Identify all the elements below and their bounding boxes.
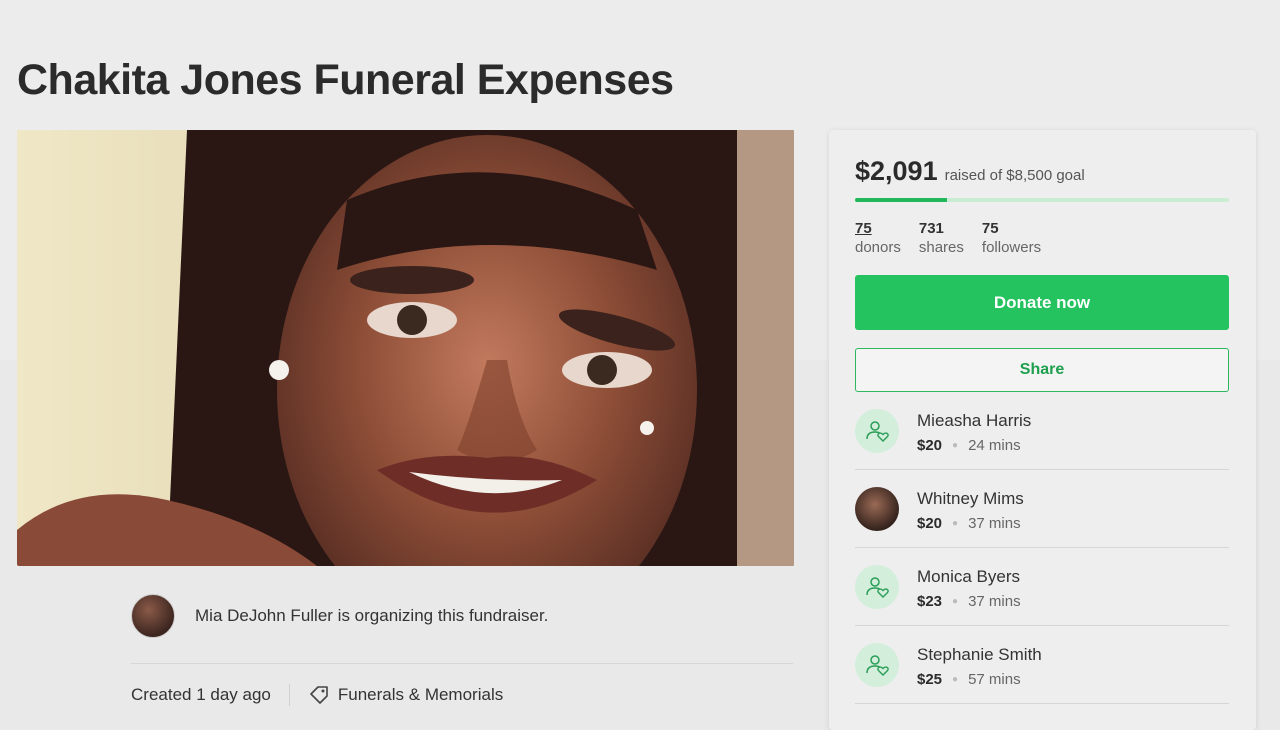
separator bbox=[288, 684, 290, 706]
goal-text: raised of $8,500 goal bbox=[944, 167, 1085, 184]
donor-detail: $20 ● 24 mins bbox=[917, 437, 1021, 454]
organizer-text: Mia DeJohn Fuller is organizing this fun… bbox=[195, 606, 549, 625]
donor-time: 24 mins bbox=[968, 437, 1021, 454]
stat-label: shares bbox=[918, 239, 964, 256]
dot-separator: ● bbox=[952, 518, 959, 529]
donor-amount: $20 bbox=[917, 515, 943, 532]
category-link[interactable]: Funerals & Memorials bbox=[338, 685, 503, 705]
heart-person-icon bbox=[855, 409, 899, 453]
donor-amount: $20 bbox=[917, 437, 943, 454]
donor-avatar bbox=[855, 487, 899, 531]
stat-followers: 75 followers bbox=[982, 220, 1041, 258]
stat-donors[interactable]: 75 donors bbox=[855, 220, 901, 258]
donor-name: Whitney Mims bbox=[917, 489, 1024, 508]
organizer-row: Mia DeJohn Fuller is organizing this fun… bbox=[131, 594, 548, 638]
donor-time: 57 mins bbox=[968, 671, 1021, 688]
dot-separator: ● bbox=[952, 596, 959, 607]
progress-fill bbox=[855, 198, 947, 202]
raised-amount: $2,091 bbox=[855, 156, 938, 186]
divider bbox=[131, 663, 793, 664]
donate-now-button[interactable]: Donate now bbox=[855, 275, 1229, 330]
share-button[interactable]: Share bbox=[855, 348, 1229, 392]
donor-name: Stephanie Smith bbox=[917, 645, 1042, 664]
stat-shares: 731 shares bbox=[919, 220, 964, 258]
donor-amount: $25 bbox=[917, 671, 943, 688]
dot-separator: ● bbox=[952, 440, 959, 451]
donor-detail: $20 ● 37 mins bbox=[917, 515, 1021, 532]
donor-time: 37 mins bbox=[968, 593, 1021, 610]
donor-time: 37 mins bbox=[968, 515, 1021, 532]
heart-person-icon bbox=[855, 565, 899, 609]
dot-separator: ● bbox=[952, 674, 959, 685]
donor-name: Mieasha Harris bbox=[917, 411, 1032, 430]
stat-label: donors bbox=[855, 239, 901, 256]
stat-value: 75 bbox=[981, 220, 999, 237]
tag-icon bbox=[308, 684, 330, 706]
organizer-avatar[interactable] bbox=[131, 594, 175, 638]
stats-row: 75 donors 731 shares 75 followers bbox=[855, 220, 1059, 258]
list-item: Monica Byers $23 ● 37 mins bbox=[855, 548, 1229, 626]
recent-donors-list: Mieasha Harris $20 ● 24 mins Whitney Mim… bbox=[855, 392, 1229, 704]
page-title: Chakita Jones Funeral Expenses bbox=[17, 56, 674, 104]
created-date: Created 1 day ago bbox=[131, 685, 271, 704]
donor-amount: $23 bbox=[917, 593, 943, 610]
list-item: Stephanie Smith $25 ● 57 mins bbox=[855, 626, 1229, 704]
campaign-meta: Created 1 day ago Funerals & Memorials bbox=[131, 684, 503, 706]
raised-summary: $2,091 raised of $8,500 goal bbox=[855, 156, 1085, 187]
donation-sidebar: $2,091 raised of $8,500 goal 75 donors 7… bbox=[829, 130, 1256, 730]
progress-bar bbox=[855, 198, 1229, 202]
donor-detail: $23 ● 37 mins bbox=[917, 593, 1021, 610]
list-item: Whitney Mims $20 ● 37 mins bbox=[855, 470, 1229, 548]
heart-person-icon bbox=[855, 643, 899, 687]
stat-label: followers bbox=[981, 239, 1042, 256]
list-item: Mieasha Harris $20 ● 24 mins bbox=[855, 392, 1229, 470]
donor-name: Monica Byers bbox=[917, 567, 1020, 586]
donor-detail: $25 ● 57 mins bbox=[917, 671, 1021, 688]
stat-value: 75 bbox=[855, 220, 872, 237]
campaign-photo[interactable] bbox=[17, 130, 794, 566]
stat-value: 731 bbox=[918, 220, 944, 237]
